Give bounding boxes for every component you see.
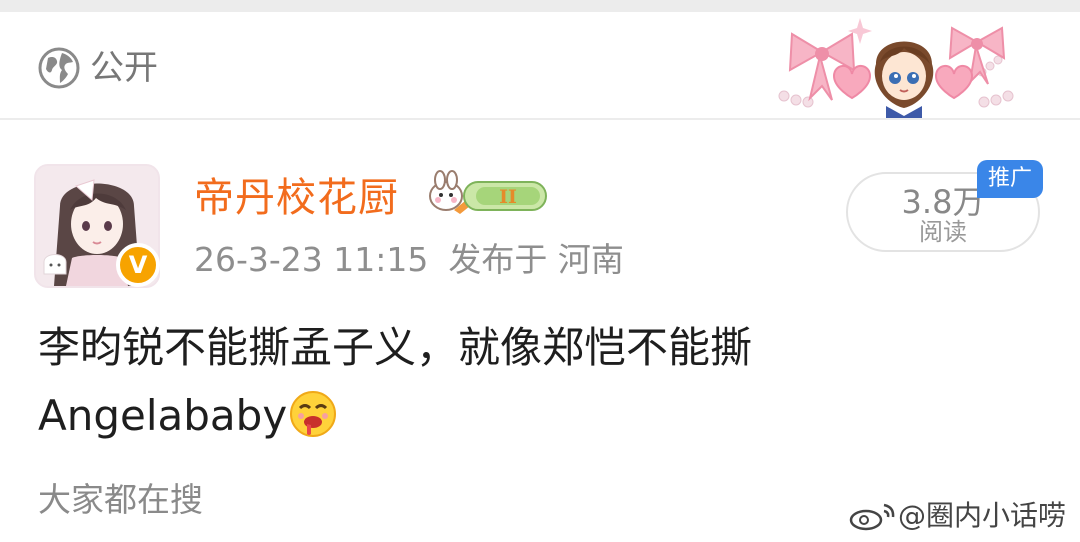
read-label: 阅读 — [919, 218, 967, 246]
post-text-line-2-text: Angelababy — [38, 391, 288, 440]
post-timestamp: 26-3-23 11:15 — [194, 240, 429, 279]
username-link[interactable]: 帝丹校花厨 — [194, 173, 399, 223]
privacy-bar[interactable]: 公开 — [0, 12, 1080, 118]
section-divider — [0, 118, 1080, 120]
post-location: 发布于 河南 — [448, 240, 624, 279]
anime-decoration-sticker — [778, 18, 1014, 118]
trending-search-link[interactable]: 大家都在搜 — [38, 478, 203, 522]
globe-icon — [38, 47, 80, 89]
post-text-line-1: 李昀锐不能撕孟子义，就像郑恺不能撕 — [38, 323, 753, 372]
weibo-logo-icon — [849, 503, 895, 531]
post-meta: 26-3-23 11:15 发布于 河南 — [194, 238, 624, 282]
promote-tag[interactable]: 推广 — [977, 160, 1043, 198]
watermark-text: @圈内小话唠 — [898, 499, 1067, 532]
post-body: 李昀锐不能撕孟子义，就像郑恺不能撕 Angelababy — [38, 314, 938, 450]
fan-level-text: II — [499, 186, 517, 208]
post-text-line-2: Angelababy — [38, 382, 938, 450]
top-strip — [0, 0, 1080, 12]
weibo-watermark: @圈内小话唠 — [848, 500, 1066, 532]
verified-badge: V — [116, 243, 160, 287]
drooling-emoji-icon — [290, 391, 337, 437]
privacy-label: 公开 — [90, 48, 158, 88]
fan-level-badge-icon[interactable]: II — [424, 168, 550, 224]
